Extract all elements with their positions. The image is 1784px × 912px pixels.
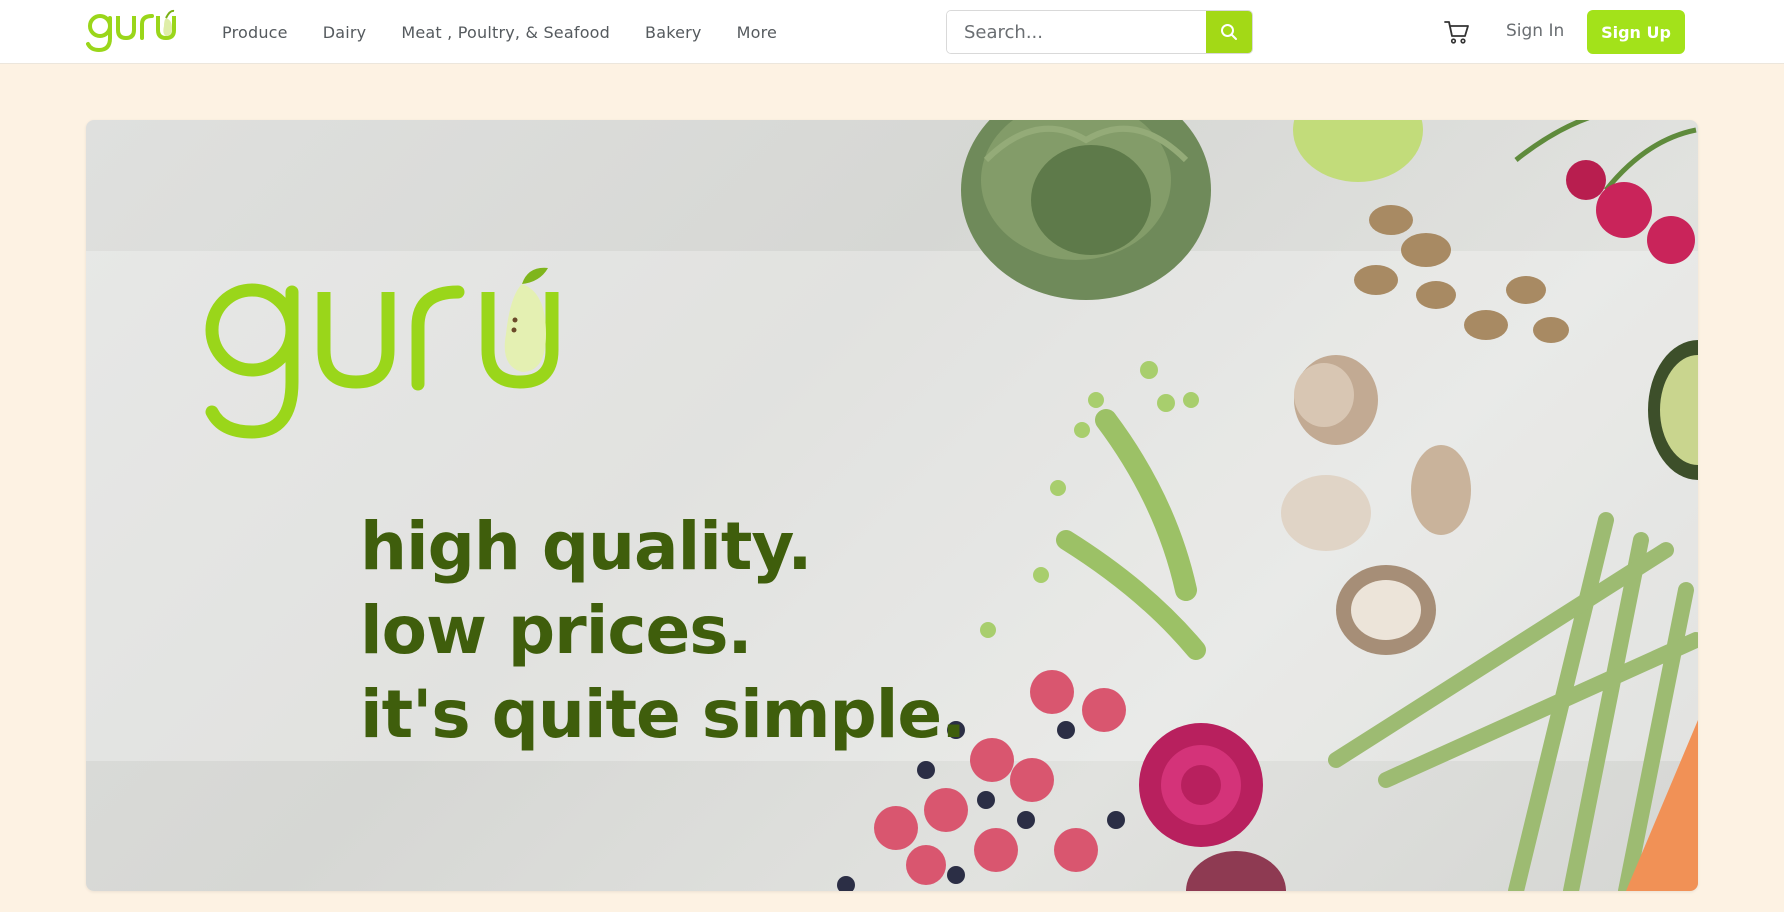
search-button[interactable] — [1206, 11, 1252, 53]
tagline-line-2: low prices. — [360, 592, 753, 669]
guru-hero-logo — [205, 267, 559, 439]
tagline-line-3: it's quite simple. — [360, 676, 966, 753]
nav-produce[interactable]: Produce — [222, 23, 288, 42]
radishes-image — [1514, 120, 1697, 264]
cart-icon[interactable] — [1443, 18, 1471, 46]
search-icon — [1221, 24, 1237, 40]
top-navbar: Produce Dairy Meat , Poultry, & Seafood … — [0, 0, 1784, 64]
nav-bakery[interactable]: Bakery — [645, 23, 702, 42]
search-bar — [946, 10, 1253, 54]
artichoke-image — [961, 120, 1211, 300]
nav-dairy[interactable]: Dairy — [323, 23, 367, 42]
search-input[interactable] — [947, 11, 1206, 53]
beet-image — [1139, 723, 1286, 891]
hero-tagline: high quality. low prices. it's quite sim… — [360, 505, 966, 757]
peas-image — [980, 361, 1206, 660]
nav-more[interactable]: More — [737, 23, 777, 42]
mushrooms-image — [1281, 355, 1471, 655]
walnuts-image — [1354, 205, 1569, 343]
nav-meat-poultry-seafood[interactable]: Meat , Poultry, & Seafood — [401, 23, 610, 42]
tagline-line-1: high quality. — [360, 508, 812, 585]
sign-up-button[interactable]: Sign Up — [1587, 10, 1685, 54]
main-nav: Produce Dairy Meat , Poultry, & Seafood … — [222, 0, 812, 64]
hero-banner: high quality. low prices. it's quite sim… — [86, 120, 1698, 891]
sign-in-link[interactable]: Sign In — [1506, 21, 1564, 41]
guru-logo[interactable] — [86, 4, 196, 56]
